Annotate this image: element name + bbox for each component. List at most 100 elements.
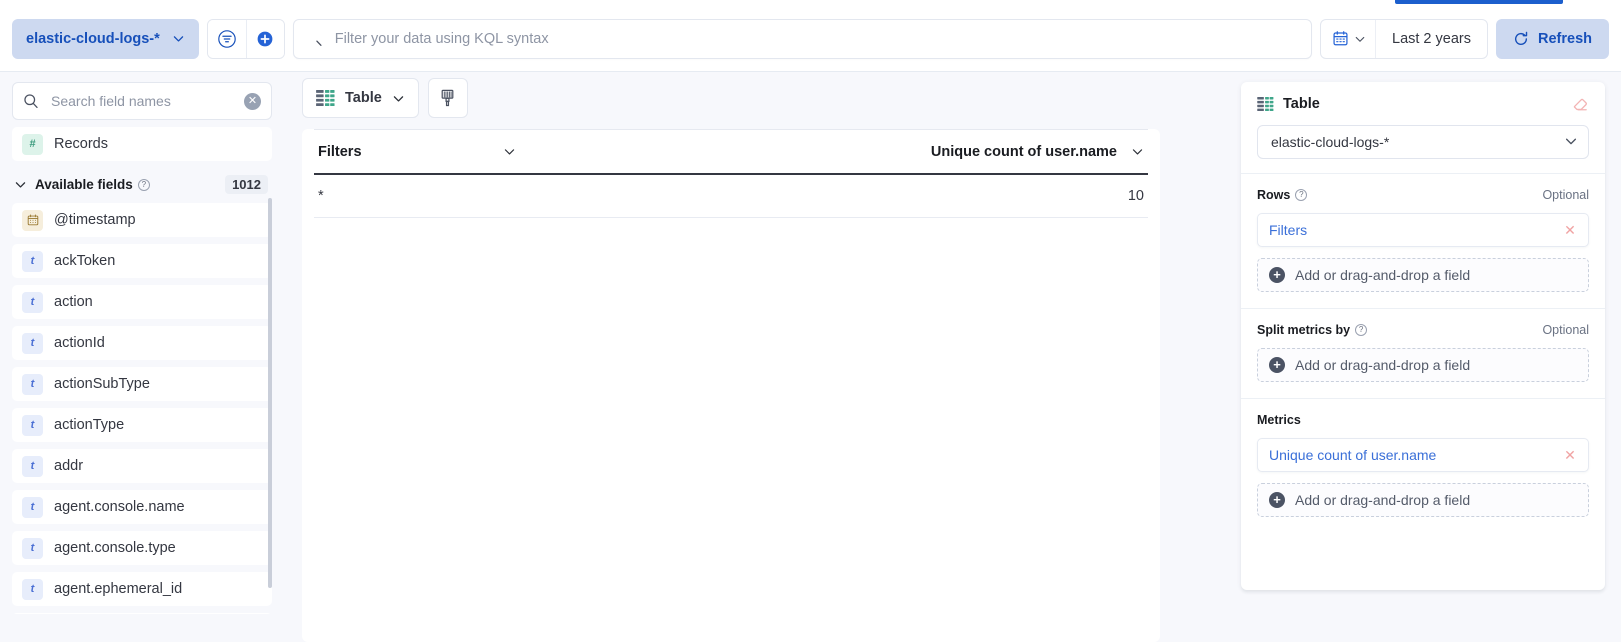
string-field-icon: t (22, 496, 43, 518)
date-range-label[interactable]: Last 2 years (1376, 20, 1487, 58)
data-view-selector[interactable]: elastic-cloud-logs-* (12, 18, 199, 59)
field-label: agent.console.type (54, 540, 176, 556)
refresh-button[interactable]: Refresh (1496, 18, 1609, 59)
clear-layer-button[interactable] (1572, 96, 1589, 112)
dimension-chip[interactable]: Unique count of user.name ✕ (1257, 438, 1589, 472)
field-item[interactable]: t agent.console.name (12, 490, 272, 524)
question-in-circle-icon[interactable]: ? (1295, 189, 1308, 201)
field-item[interactable]: t actionType (12, 408, 272, 442)
config-optional-label: Optional (1542, 188, 1589, 202)
filter-actions-group (206, 18, 285, 59)
field-search-wrapper[interactable]: ✕ (13, 92, 271, 110)
field-item[interactable]: t ackToken (12, 244, 272, 278)
column-menu-button[interactable] (495, 145, 516, 158)
field-item[interactable]: t actionId (12, 326, 272, 360)
column-header-filters[interactable]: Filters (314, 129, 520, 175)
add-field-dropzone[interactable]: + Add or drag-and-drop a field (1257, 483, 1589, 517)
available-fields-header[interactable]: Available fields ? 1012 (12, 175, 272, 194)
lens-editor-app: elastic-cloud-logs-* Filter your data us… (0, 0, 1621, 642)
field-item[interactable]: @timestamp (12, 203, 272, 237)
column-menu-button[interactable] (1123, 145, 1144, 158)
close-cross-icon[interactable]: ✕ (1560, 220, 1580, 240)
field-list-scrollbar[interactable] (268, 198, 272, 588)
table-row[interactable]: * 10 (314, 173, 1148, 218)
chevron-down-icon (1355, 36, 1365, 42)
field-item[interactable]: t addr (12, 449, 272, 483)
visual-options-button[interactable] (427, 78, 468, 118)
add-filter-button[interactable] (245, 19, 284, 58)
top-accent-bar (1395, 0, 1563, 4)
date-field-icon (22, 209, 43, 231)
field-item-records[interactable]: # Records (12, 127, 272, 161)
config-section-label: Split metrics by (1257, 323, 1351, 337)
plus-in-circle-icon: + (1269, 267, 1285, 283)
column-header-label: Filters (318, 143, 362, 160)
field-item[interactable]: t agent.console.type (12, 531, 272, 565)
field-item[interactable]: tagent.hostname (12, 613, 272, 614)
config-section-label: Metrics (1257, 413, 1301, 427)
kql-search-bar[interactable] (292, 18, 1312, 59)
search-icon (24, 94, 38, 109)
string-field-icon: t (22, 373, 43, 395)
chevron-down-icon (393, 95, 404, 102)
close-cross-icon[interactable]: ✕ (1560, 445, 1580, 465)
field-label: @timestamp (54, 212, 136, 228)
config-optional-label: Optional (1542, 323, 1589, 337)
table-header: Filters Unique count of user.name (314, 129, 1148, 175)
calendar-icon (1333, 31, 1348, 46)
column-header-label: Unique count of user.name (930, 143, 1117, 160)
workspace-panel: Table Filters Unique count of user.name … (302, 78, 1160, 642)
table-header-row: Filters Unique count of user.name (314, 129, 1148, 175)
field-list-panel: ✕ 0 # Records Available fields ? 1012 @ (0, 72, 284, 642)
chevron-down-icon (504, 149, 515, 155)
string-field-icon: t (22, 578, 43, 600)
field-label: addr (54, 458, 84, 474)
field-item[interactable]: t actionSubType (12, 367, 272, 401)
chevron-down-icon (1132, 149, 1143, 155)
dropzone-label: Add or drag-and-drop a field (1295, 492, 1471, 508)
date-quick-select-button[interactable] (1321, 19, 1376, 58)
field-search-input[interactable] (49, 92, 234, 110)
field-type-filter-button[interactable]: 0 (271, 83, 272, 119)
dropzone-label: Add or drag-and-drop a field (1295, 357, 1471, 373)
add-field-dropzone[interactable]: + Add or drag-and-drop a field (1257, 348, 1589, 382)
clear-search-icon[interactable]: ✕ (244, 92, 261, 110)
config-section: Split metrics by? Optional + Add or drag-an… (1241, 308, 1605, 398)
field-item[interactable]: t agent.ephemeral_id (12, 572, 272, 606)
string-field-icon: t (22, 250, 43, 272)
date-range-picker: Last 2 years (1320, 18, 1488, 59)
config-sections: Rows? Optional Filters ✕ + Add or drag-and-dr… (1241, 173, 1605, 533)
lens-data-table: Filters Unique count of user.name * 10 (314, 129, 1148, 218)
kql-search-input[interactable] (332, 29, 1299, 48)
field-label: actionId (54, 335, 105, 351)
string-field-icon: t (22, 455, 43, 477)
question-in-circle-icon[interactable]: ? (1355, 324, 1368, 336)
column-header-unique-count[interactable]: Unique count of user.name (519, 129, 1148, 175)
question-in-circle-icon: ? (137, 178, 150, 191)
dimension-chip[interactable]: Filters ✕ (1257, 213, 1589, 247)
string-field-icon: t (22, 414, 43, 436)
field-label: agent.ephemeral_id (54, 581, 183, 597)
plus-in-circle-icon: + (1269, 492, 1285, 508)
lens-chart-container: Filters Unique count of user.name * 10 (302, 129, 1160, 642)
plus-in-circle-icon (257, 31, 273, 46)
add-field-dropzone[interactable]: + Add or drag-and-drop a field (1257, 258, 1589, 292)
table-chart-icon (1257, 97, 1274, 111)
cell-filters: * (314, 173, 520, 218)
index-pattern-selector[interactable]: elastic-cloud-logs-* (1257, 125, 1589, 159)
paintbrush-icon (441, 89, 454, 107)
config-section-header: Metrics (1257, 413, 1589, 427)
field-label: ackToken (54, 253, 116, 269)
search-icon (316, 40, 322, 46)
field-label: actionSubType (54, 376, 150, 392)
dimension-chip-label: Unique count of user.name (1269, 447, 1437, 463)
config-section-header: Split metrics by? Optional (1257, 323, 1589, 337)
config-panel-title: Table (1283, 96, 1320, 112)
field-item[interactable]: t action (12, 285, 272, 319)
chart-type-switcher[interactable]: Table (302, 78, 419, 118)
string-field-icon: t (22, 291, 43, 313)
field-list: @timestamp t ackToken t action t actionId t acti… (12, 203, 272, 614)
data-view-label: elastic-cloud-logs-* (26, 30, 160, 47)
available-fields-label: Available fields (35, 177, 133, 192)
filter-options-button[interactable] (207, 19, 246, 58)
